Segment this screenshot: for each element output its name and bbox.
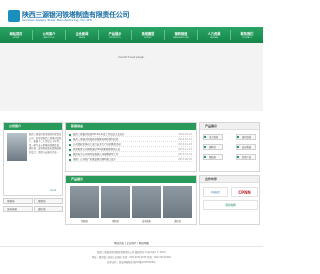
bullet-icon xyxy=(69,158,71,161)
partner-logo[interactable]: 国家电网 xyxy=(203,200,258,210)
nav-item-products[interactable]: 产品展示 PRODUCTS xyxy=(99,27,131,43)
product-caption: 钢管塔 xyxy=(112,220,119,223)
product-caption: 通信塔 xyxy=(174,220,181,223)
hero-shadow xyxy=(0,111,263,116)
category-button[interactable]: 通信塔 xyxy=(34,206,63,212)
nav-label: 企业新闻 xyxy=(75,32,89,36)
nav-item-manufacture[interactable]: 钢构制造 MANUFACTURE xyxy=(165,27,197,43)
category-button[interactable]: 变电构架 xyxy=(236,144,256,150)
bullet-icon xyxy=(204,156,206,158)
about-more-link[interactable]: more xyxy=(50,189,56,192)
hero-banner xyxy=(0,43,263,111)
nav-item-news[interactable]: 企业新闻 NEWS xyxy=(66,27,98,43)
product-panel: 产品展示 角钢塔 钢管塔 变电构架 通信塔 xyxy=(65,175,197,225)
bullet-icon xyxy=(69,153,71,156)
category-button[interactable]: 通讯铁塔 xyxy=(236,134,256,140)
building-photo xyxy=(7,133,27,161)
product-caption: 角钢塔 xyxy=(81,220,88,223)
nav-item-human[interactable]: 人力资源 HUMAN xyxy=(198,27,230,43)
about-title: 公司简介 xyxy=(4,123,62,130)
company-name-en: SanYuan Galaxy Tower Manufacturing .CO.,… xyxy=(22,18,93,22)
news-item[interactable]: 喜报！公司新厂区建设项目顺利竣工投产 2013-09-05 xyxy=(69,157,194,162)
nav-label: 人力资源 xyxy=(207,32,221,36)
nav-label: 钢构制造 xyxy=(174,32,188,36)
news-headline: 热烈祝贺公司顺利通过ISO质量管理体系认证 xyxy=(73,148,121,151)
nav-sublabel: ABOUT US xyxy=(43,37,55,39)
nav-label: 产品展示 xyxy=(108,32,122,36)
news-list: 陕西三源银河铁塔2014年年度工作总结大会召开 2014-02-21 陕西三源银河… xyxy=(69,132,194,162)
product-caption: 变电构架 xyxy=(142,220,151,223)
category-button[interactable]: 其他产品 xyxy=(236,154,256,160)
news-date: 2013-09-05 xyxy=(178,158,192,161)
footer-address: 地址：陕西省三原县工业园区 电话：029-32312345 传真：029-323… xyxy=(92,256,171,259)
product-image[interactable] xyxy=(132,186,161,218)
partner-logo[interactable]: 中国电力 xyxy=(203,187,228,197)
nav-label: 铁塔模型 xyxy=(141,32,155,36)
nav-sublabel: NEWS xyxy=(78,37,86,39)
nav-label: 网站首页 xyxy=(9,32,23,36)
nav-label: 公司简介 xyxy=(42,32,56,36)
news-headline: 陕西电力公司领导莅临我公司视察指导工作 xyxy=(73,153,119,156)
category-button[interactable]: 钢管杆 xyxy=(203,144,223,150)
about-text: 陕西三源银河铁塔制造有限责任公司，前身是陕西三源银河铁塔厂，始建于二十世纪九十年… xyxy=(29,133,62,154)
bullet-icon xyxy=(204,146,206,148)
product-title: 产品展示 xyxy=(66,176,196,183)
nav-item-about[interactable]: 公司简介 ABOUT US xyxy=(33,27,65,43)
category-button[interactable]: 钢管塔 xyxy=(34,198,63,204)
product-image[interactable] xyxy=(101,186,130,218)
product-image[interactable] xyxy=(70,186,99,218)
footer-links[interactable]: 网站首页 | 企业简介 | 网站地图 xyxy=(0,241,263,245)
category-panel: 角钢塔 钢管塔 变电构架 通信塔 xyxy=(3,198,63,224)
company-logo-icon[interactable] xyxy=(8,10,20,22)
nav-item-model[interactable]: 铁塔模型 MODEL xyxy=(132,27,164,43)
footer-support: 技术支持：西安网络科技 陕ICP备12345678号 xyxy=(107,261,156,264)
product-image[interactable] xyxy=(163,186,192,218)
news-headline: 喜报！公司新厂区建设项目顺利竣工投产 xyxy=(73,158,117,161)
partner-logo[interactable]: CPNN xyxy=(231,187,258,197)
plugin-error-message: Couldn't load plugin. xyxy=(118,56,145,59)
nav-sublabel: HUMAN xyxy=(210,37,218,39)
about-text-continued xyxy=(7,163,27,187)
main-nav: 网站首页 HOME 公司简介 ABOUT US 企业新闻 NEWS 产品展示 PRODU… xyxy=(0,27,263,43)
nav-sublabel: PRODUCTS xyxy=(109,37,121,39)
bullet-icon xyxy=(69,138,71,141)
category-button[interactable]: 变电构架 xyxy=(3,206,33,212)
footer-copyright: 陕西三源银河铁塔制造有限责任公司 版权所有 Copyright © 2014 xyxy=(97,251,166,254)
nav-sublabel: HOME xyxy=(12,37,20,39)
about-panel: 公司简介 陕西三源银河铁塔制造有限责任公司，前身是陕西三源银河铁塔厂，始建于二十… xyxy=(3,122,63,196)
nav-label: 联系我们 xyxy=(240,32,254,36)
news-headline: 陕西三源银河铁塔2014年年度工作总结大会召开 xyxy=(73,133,125,136)
nav-item-contact[interactable]: 联系我们 CONTACT xyxy=(231,27,263,43)
nav-sublabel: CONTACT xyxy=(242,37,252,39)
right-product-panel: 产品展示 电力铁塔 通讯铁塔 钢管杆 变电构架 钢结构 其他产品 xyxy=(199,122,260,172)
bullet-icon xyxy=(237,136,239,138)
bullet-icon xyxy=(237,146,239,148)
bullet-icon xyxy=(69,133,71,136)
nav-sublabel: MANUFACTURE xyxy=(173,37,189,39)
news-panel: 新闻动态 陕西三源银河铁塔2014年年度工作总结大会召开 2014-02-21 陕… xyxy=(65,122,197,172)
category-button[interactable]: 角钢塔 xyxy=(3,198,33,204)
category-button[interactable]: 电力铁塔 xyxy=(203,134,223,140)
right-panel-title: 产品展示 xyxy=(200,123,259,130)
bullet-icon xyxy=(204,136,206,138)
category-button[interactable]: 钢结构 xyxy=(203,154,223,160)
partners-title: 合作伙伴 xyxy=(200,176,259,183)
bullet-icon xyxy=(237,156,239,158)
bullet-icon xyxy=(69,143,71,146)
news-title: 新闻动态 xyxy=(66,123,196,130)
bullet-icon xyxy=(69,148,71,151)
partners-panel: 合作伙伴 中国电力 CPNN 国家电网 xyxy=(199,175,260,225)
news-headline: 陕西三源银河铁塔喜获国家电网优秀供应商 xyxy=(73,138,119,141)
nav-item-home[interactable]: 网站首页 HOME xyxy=(0,27,32,43)
nav-sublabel: MODEL xyxy=(144,37,152,39)
news-headline: 公司组织全体员工进行安全生产培训教育活动 xyxy=(73,143,121,146)
site-header: 陕西三源银河铁塔制造有限责任公司 SanYuan Galaxy Tower Ma… xyxy=(0,0,263,26)
